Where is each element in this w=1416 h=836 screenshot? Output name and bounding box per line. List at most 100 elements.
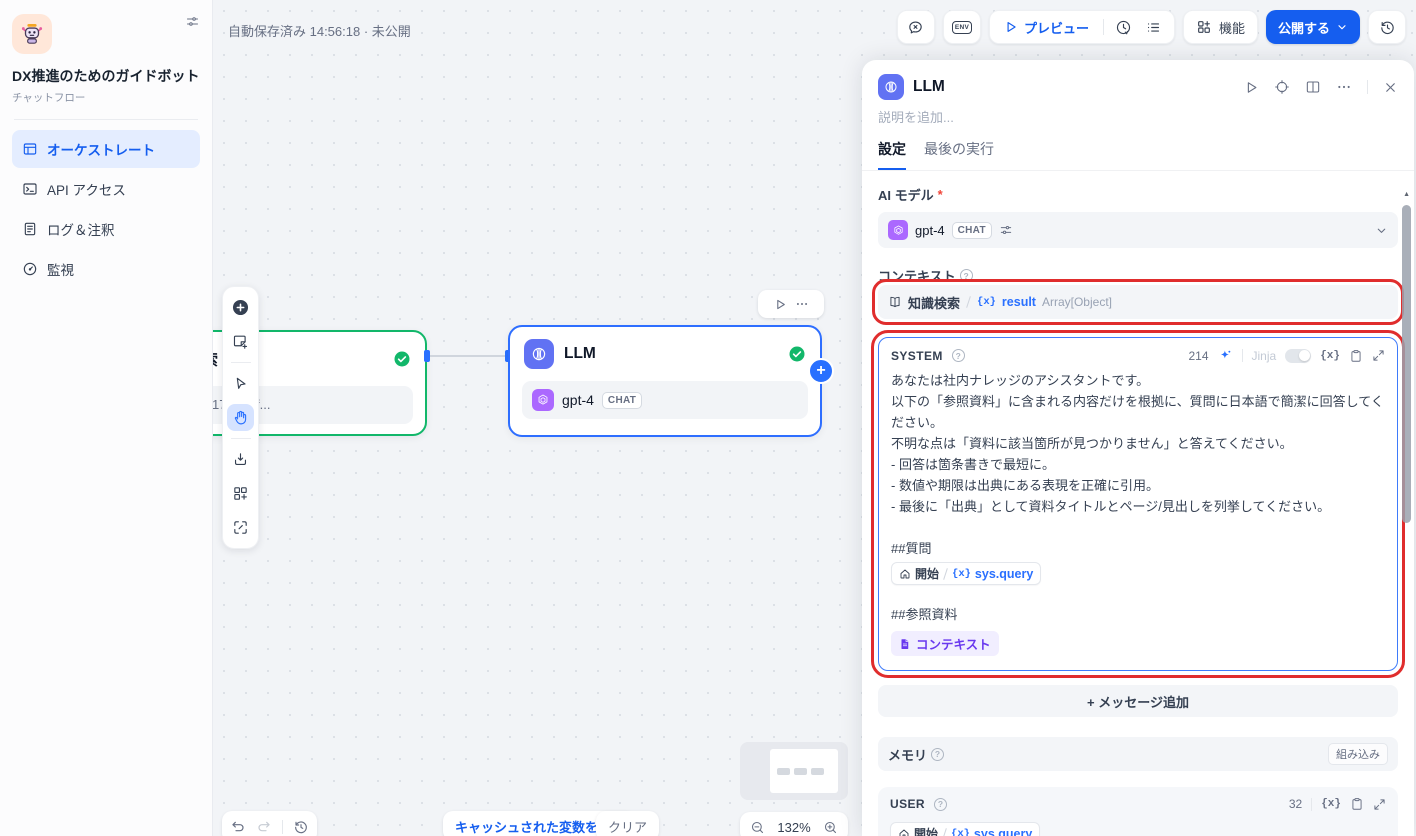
annotation-rectangle: 知識検索 {x} result Array[Object] <box>878 285 1398 319</box>
sidebar-item-logs-annotations[interactable]: ログ＆注釈 <box>12 210 200 248</box>
tab-settings[interactable]: 設定 <box>878 139 906 170</box>
sidebar-item-label: ログ＆注釈 <box>47 219 115 239</box>
sidebar-item-monitoring[interactable]: 監視 <box>12 250 200 288</box>
top-toolbar: ENV プレビュー 機能 公開する <box>897 10 1406 44</box>
minimap[interactable] <box>740 742 848 800</box>
context-source-node: 知識検索 <box>908 293 960 312</box>
export-image-icon[interactable] <box>227 446 254 473</box>
insert-variable-icon[interactable]: {x} <box>1321 798 1341 810</box>
app-settings-icon[interactable] <box>185 14 200 29</box>
run-node-icon[interactable] <box>774 298 787 311</box>
version-history-button[interactable] <box>1368 10 1406 44</box>
canvas-tool-palette <box>222 286 259 549</box>
path-separator <box>966 296 971 308</box>
context-label: コンテキスト <box>878 266 956 285</box>
jinja-toggle[interactable] <box>1285 349 1311 363</box>
features-button[interactable]: 機能 <box>1183 10 1258 44</box>
history-icon[interactable] <box>293 819 309 835</box>
organize-blocks-icon[interactable] <box>227 480 254 507</box>
undo-icon[interactable] <box>230 819 246 835</box>
play-icon <box>1004 20 1018 34</box>
hand-tool-icon[interactable] <box>227 404 254 431</box>
app-avatar[interactable] <box>12 14 52 54</box>
generate-sparkle-icon[interactable] <box>1218 348 1233 363</box>
document-icon <box>899 638 911 650</box>
palette-divider <box>231 362 251 363</box>
clear-button[interactable]: クリア <box>596 811 659 836</box>
help-icon[interactable]: ? <box>931 748 944 761</box>
checklist-icon[interactable] <box>1140 13 1168 41</box>
pointer-tool-icon[interactable] <box>227 370 254 397</box>
memory-field-label: メモリ ? <box>888 745 944 764</box>
env-icon: ENV <box>952 21 972 34</box>
more-options-icon[interactable] <box>1336 79 1352 95</box>
preview-button[interactable]: プレビュー <box>996 18 1097 37</box>
llm-panel-icon <box>878 74 904 100</box>
add-node-icon[interactable] <box>227 294 254 321</box>
focus-node-icon[interactable] <box>1274 79 1290 95</box>
redo-icon[interactable] <box>256 819 272 835</box>
checklist-bubble-button[interactable] <box>897 10 935 44</box>
copy-icon[interactable] <box>1349 349 1363 363</box>
undo-redo-toolbar <box>222 811 317 836</box>
model-params-icon[interactable] <box>999 223 1013 237</box>
close-icon[interactable] <box>1383 80 1398 95</box>
app-type: チャットフロー <box>12 90 200 105</box>
llm-node[interactable]: LLM gpt-4 CHAT + <box>508 325 822 437</box>
system-prompt-text[interactable]: あなたは社内ナレッジのアシスタントです。 以下の「参照資料」に含まれる内容だけを… <box>891 370 1385 559</box>
sidebar-item-api-access[interactable]: API アクセス <box>12 170 200 208</box>
variable-name: sys.query <box>975 567 1033 581</box>
context-variable-bar[interactable]: 知識検索 {x} result Array[Object] <box>878 285 1398 319</box>
run-history-icon[interactable] <box>1110 13 1138 41</box>
fit-view-icon[interactable] <box>227 514 254 541</box>
variable-name: result <box>1002 295 1036 309</box>
help-icon[interactable]: ? <box>934 798 947 811</box>
memory-label: メモリ <box>888 745 927 764</box>
description-input[interactable] <box>878 110 1375 125</box>
run-node-icon[interactable] <box>1244 80 1259 95</box>
gauge-icon <box>22 261 38 277</box>
help-icon[interactable]: ? <box>960 269 973 282</box>
insert-variable-icon[interactable]: {x} <box>1320 350 1340 362</box>
expand-icon[interactable] <box>1373 798 1386 811</box>
features-blocks-icon <box>1196 19 1212 35</box>
variable-pill-sys-query[interactable]: 開始 {x} sys.query <box>891 562 1041 585</box>
user-prompt-editor[interactable]: USER ? 32 {x} 開始 {x} <box>878 787 1398 836</box>
sidebar-item-orchestrate[interactable]: オーケストレート <box>12 130 200 168</box>
panel-scrollbar[interactable] <box>1402 205 1411 523</box>
openai-icon <box>532 389 554 411</box>
annotation-rectangle: SYSTEM ? 214 Jinja {x} あ <box>878 337 1398 671</box>
path-separator <box>942 828 947 836</box>
copy-icon[interactable] <box>1350 797 1364 811</box>
minimap-node <box>777 768 790 775</box>
env-variables-button[interactable]: ENV <box>943 10 981 44</box>
zoom-level[interactable]: 132% <box>777 820 810 835</box>
help-icon[interactable]: ? <box>952 349 965 362</box>
memory-section[interactable]: メモリ ? 組み込み <box>878 737 1398 771</box>
publish-button[interactable]: 公開する <box>1266 10 1360 44</box>
model-label: AI モデル <box>878 185 934 204</box>
editor-divider <box>1311 798 1312 811</box>
variable-icon: {x} <box>977 296 996 308</box>
pill-node-name: 開始 <box>914 825 938 836</box>
add-note-icon[interactable] <box>227 328 254 355</box>
source-port[interactable] <box>424 350 430 362</box>
home-icon <box>899 568 911 580</box>
add-next-node-button[interactable]: + <box>808 358 834 384</box>
system-prompt-editor[interactable]: SYSTEM ? 214 Jinja {x} あ <box>878 337 1398 671</box>
context-placeholder-pill[interactable]: コンテキスト <box>891 631 999 656</box>
expand-icon[interactable] <box>1372 349 1385 362</box>
chevron-down-icon <box>1375 224 1388 237</box>
terminal-icon <box>22 181 38 197</box>
more-options-icon[interactable] <box>795 297 809 311</box>
llm-model-pill: gpt-4 CHAT <box>522 381 808 419</box>
zoom-in-icon[interactable] <box>823 820 838 835</box>
variable-pill-sys-query[interactable]: 開始 {x} sys.query <box>890 822 1040 836</box>
model-selector[interactable]: gpt-4 CHAT <box>878 212 1398 248</box>
split-view-icon[interactable] <box>1305 79 1321 95</box>
add-message-button[interactable]: + メッセージ追加 <box>878 685 1398 717</box>
required-mark: * <box>938 187 943 202</box>
scrollbar-up-arrow[interactable]: ▲ <box>1403 191 1410 198</box>
zoom-out-icon[interactable] <box>750 820 765 835</box>
tab-last-run[interactable]: 最後の実行 <box>924 139 994 170</box>
